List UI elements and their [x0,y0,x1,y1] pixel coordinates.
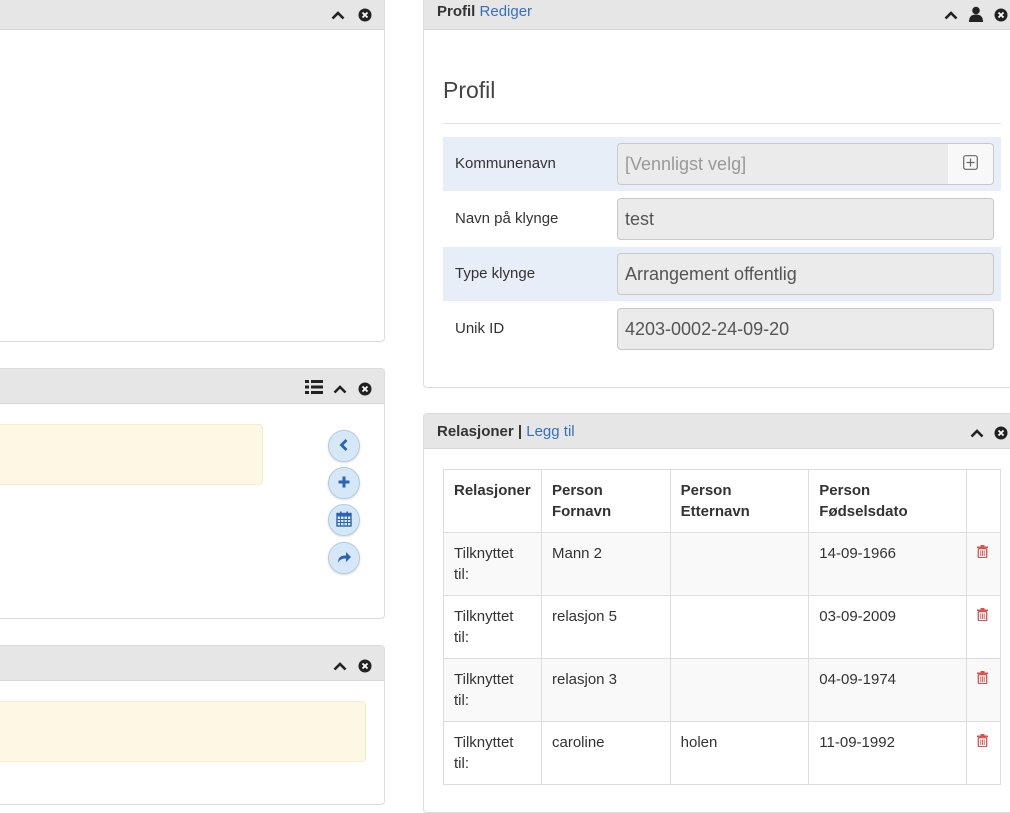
table-row: Tilknyttet til: relasjon 5 03-09-2009 [443,595,1002,659]
chevron-up-icon[interactable] [970,419,984,447]
first-name-cell: relasjon 3 [540,658,671,722]
profile-panel-header: Profil Rediger [424,0,1010,30]
delete-cell [965,721,1002,785]
panel-title-text: Relasjoner [437,423,514,440]
last-name-cell [669,658,810,722]
delete-cell [965,532,1002,596]
unique-id-field[interactable]: 4203-0002-24-09-20 [617,308,994,350]
relations-panel-header: Relasjoner | Legg til [424,414,1010,449]
close-icon[interactable] [358,375,372,403]
trash-icon[interactable] [976,606,988,627]
relations-panel-title: Relasjoner | Legg til [437,421,575,443]
column-header[interactable]: Relasjoner [443,469,542,533]
field-label: Unik ID [455,320,505,337]
kommunenavn-select[interactable]: [Vennligst velg] [617,143,949,185]
chevron-up-icon[interactable] [331,1,345,29]
form-row-kommunenavn: Kommunenavn [Vennligst velg] [443,137,1001,191]
table-row: Tilknyttet til: relasjon 3 04-09-1974 [443,658,1002,722]
column-header[interactable]: Person Etternavn [669,469,810,533]
left-middle-panel-header [0,369,384,404]
plus-square-icon [963,155,978,173]
edit-link[interactable]: Rediger [480,3,533,20]
title-separator: | [517,423,523,440]
add-relation-link[interactable]: Legg til [526,423,574,440]
close-icon[interactable] [994,419,1008,447]
table-row: Tilknyttet til: Mann 2 14-09-1966 [443,532,1002,596]
share-button[interactable] [328,542,360,574]
type-field[interactable]: Arrangement offentlig [617,253,994,295]
birth-date-cell: 04-09-1974 [808,658,967,722]
add-button[interactable] [328,467,360,499]
calendar-button[interactable] [328,504,360,536]
plus-icon [337,475,351,492]
form-row-id: Unik ID 4203-0002-24-09-20 [443,302,1001,356]
list-icon[interactable] [305,373,323,401]
delete-cell [965,595,1002,659]
column-header[interactable]: Person Fødselsdato [808,469,967,533]
birth-date-cell: 14-09-1966 [808,532,967,596]
relations-panel: Relasjoner | Legg til Relasjoner Person … [423,413,1010,813]
first-name-cell: caroline [540,721,671,785]
last-name-cell: holen [669,721,810,785]
notice-box [0,701,366,762]
chevron-up-icon[interactable] [333,652,347,680]
field-label: Navn på klynge [455,210,559,227]
add-kommune-button[interactable] [948,143,994,185]
table-header-row: Relasjoner Person Fornavn Person Etterna… [443,469,1002,533]
relation-cell: Tilknyttet til: [443,658,542,722]
table-row: Tilknyttet til: caroline holen 11-09-199… [443,721,1002,785]
last-name-cell [669,532,810,596]
back-button[interactable] [328,430,360,462]
column-header[interactable]: Person Fornavn [540,469,671,533]
field-label: Type klynge [455,265,536,282]
trash-icon[interactable] [976,732,988,753]
birth-date-cell: 11-09-1992 [808,721,967,785]
relation-cell: Tilknyttet til: [443,721,542,785]
navn-field[interactable]: test [617,198,994,240]
form-row-navn: Navn på klynge test [443,192,1001,246]
left-middle-panel [0,368,385,619]
last-name-cell [669,595,810,659]
form-row-type: Type klynge Arrangement offentlig [443,247,1001,301]
profile-panel-title: Profil Rediger [437,1,532,23]
calendar-icon [336,511,352,530]
left-bottom-panel-header [0,646,384,681]
chevron-left-icon [337,438,351,455]
trash-icon[interactable] [976,543,988,564]
heading-divider [443,123,1001,124]
action-column-header [965,469,1002,533]
relations-table: Relasjoner Person Fornavn Person Etterna… [443,469,1002,785]
left-top-panel-header [0,0,384,30]
left-bottom-panel [0,645,385,805]
trash-icon[interactable] [976,669,988,690]
birth-date-cell: 03-09-2009 [808,595,967,659]
relation-cell: Tilknyttet til: [443,595,542,659]
first-name-cell: relasjon 5 [540,595,671,659]
chevron-up-icon[interactable] [333,375,347,403]
panel-title-text: Profil [437,3,476,20]
notice-box [0,424,263,485]
profile-panel: Profil Rediger Profil Kommunenavn [Vennl… [423,0,1010,388]
close-icon[interactable] [358,1,372,29]
user-icon[interactable] [969,0,983,28]
left-top-panel [0,0,385,342]
close-icon[interactable] [994,1,1008,29]
close-icon[interactable] [358,652,372,680]
share-icon [336,550,352,567]
chevron-up-icon[interactable] [944,1,958,29]
first-name-cell: Mann 2 [540,532,671,596]
field-label: Kommunenavn [455,155,556,172]
delete-cell [965,658,1002,722]
relation-cell: Tilknyttet til: [443,532,542,596]
profile-heading: Profil [443,77,496,103]
